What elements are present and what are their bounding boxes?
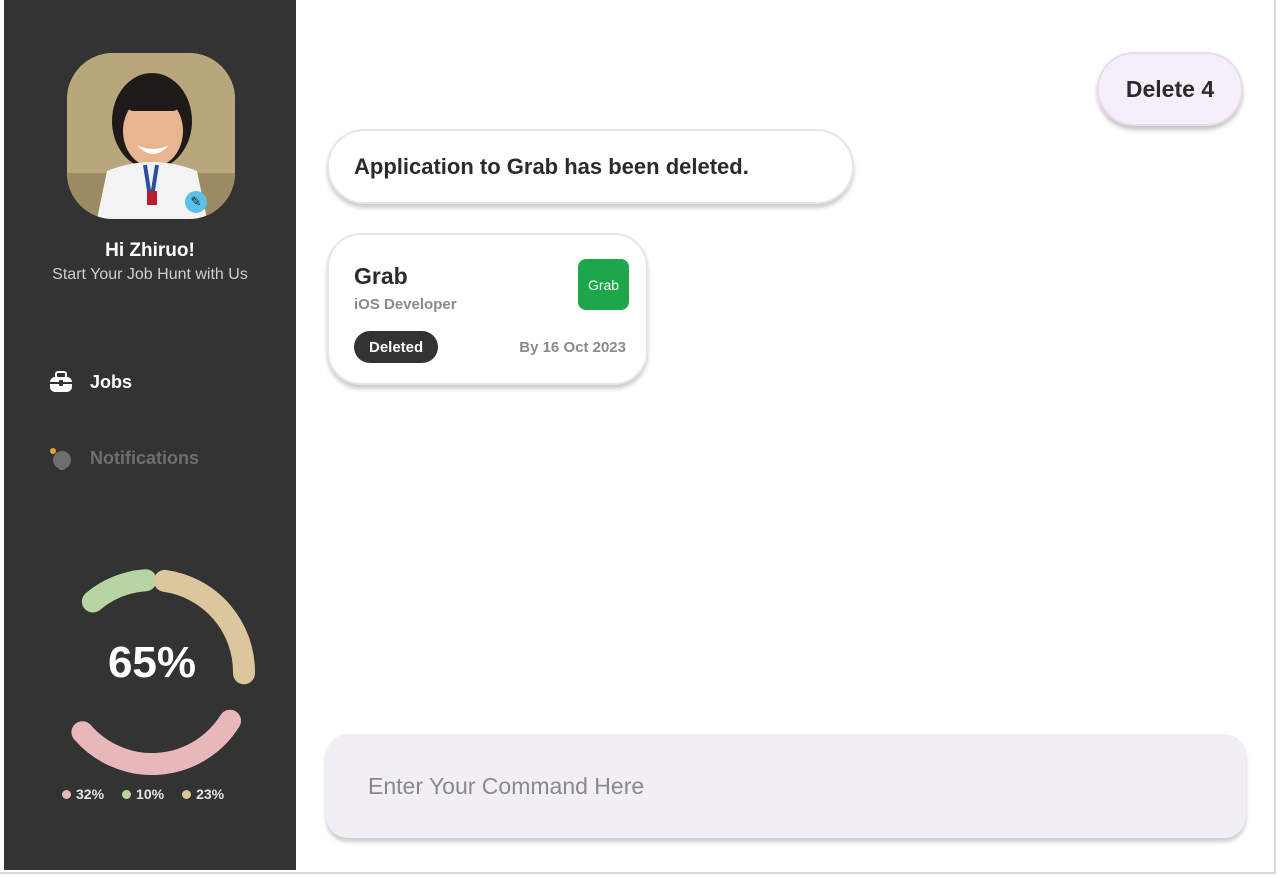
briefcase-icon: [50, 371, 72, 392]
legend-label: 10%: [136, 786, 165, 802]
legend-item-tan: 23%: [182, 786, 224, 802]
legend-dot: [122, 789, 132, 799]
avatar[interactable]: [67, 53, 235, 219]
legend-label: 23%: [196, 786, 225, 802]
job-role: iOS Developer: [354, 296, 457, 313]
job-card[interactable]: Grab iOS Developer Grab Deleted By 16 Oc…: [327, 233, 648, 385]
message-bubble: Application to Grab has been deleted.: [327, 129, 854, 204]
greeting-subtitle: Start Your Job Hunt with Us: [52, 266, 248, 283]
bell-icon: [50, 448, 71, 470]
progress-arc-1: [71, 709, 242, 775]
progress-value: 65%: [107, 638, 197, 687]
legend-item-pink: 32%: [62, 786, 104, 802]
nav-item-notifications[interactable]: Notifications: [48, 443, 199, 473]
nav-label-jobs: Jobs: [90, 371, 133, 392]
delete-button[interactable]: Delete 4: [1097, 52, 1243, 126]
sidebar: ✎ Hi Zhiruo! Start Your Job Hunt with Us…: [4, 0, 296, 870]
legend-dot: [62, 789, 71, 799]
progress-legend: 32% 10% 23%: [62, 786, 224, 802]
command-input[interactable]: [326, 734, 1246, 838]
nav-label-notifications: Notifications: [90, 447, 200, 468]
legend-label: 32%: [76, 786, 105, 802]
progress-arc-2: [81, 569, 157, 613]
greeting: Hi Zhiruo!: [105, 240, 195, 261]
legend-dot: [182, 789, 192, 799]
avatar-photo: [67, 53, 235, 219]
status-badge: Deleted: [354, 331, 439, 363]
legend-item-green: 10%: [122, 786, 164, 802]
job-company: Grab: [354, 263, 408, 289]
avatar-edit-icon[interactable]: ✎: [185, 191, 207, 213]
nav-item-jobs[interactable]: Jobs: [48, 367, 132, 397]
company-logo: Grab: [578, 259, 629, 310]
job-due-date: By 16 Oct 2023: [519, 339, 626, 356]
